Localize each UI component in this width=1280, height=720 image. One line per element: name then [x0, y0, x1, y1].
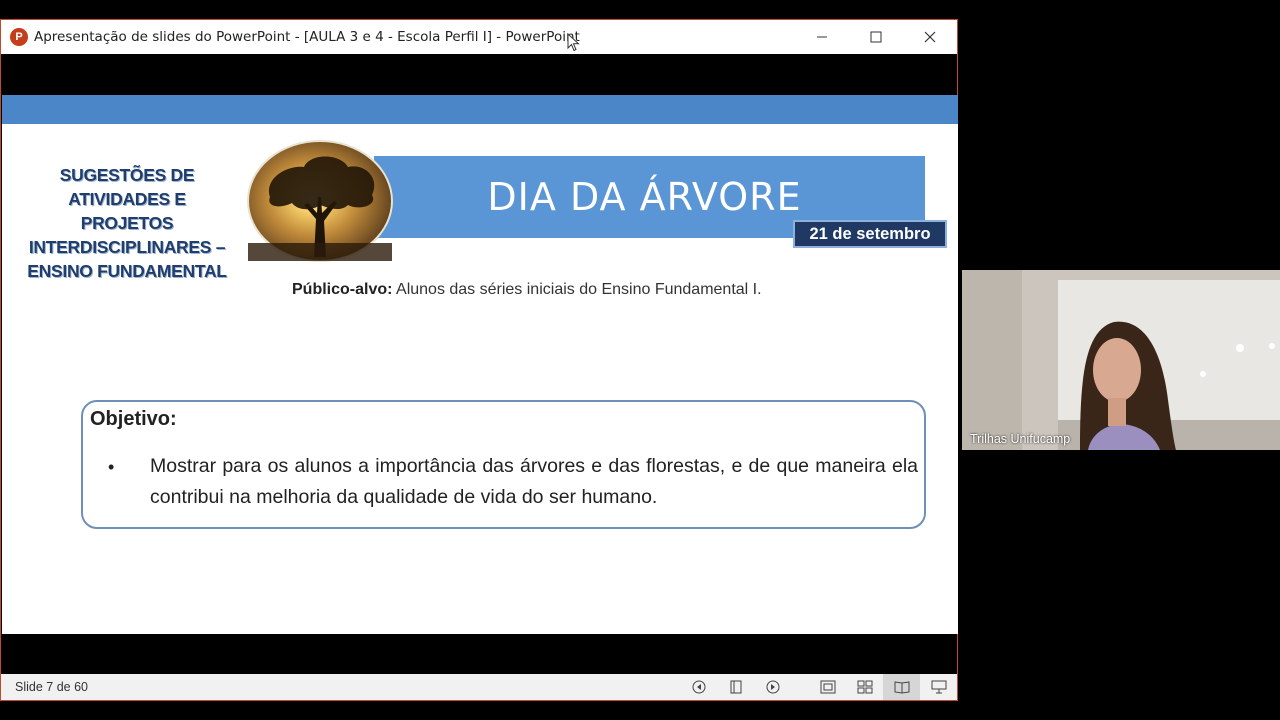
status-spacer [791, 674, 809, 700]
window-title: Apresentação de slides do PowerPoint - [… [34, 29, 580, 45]
participant-video-feed [962, 270, 1280, 450]
tree-sunset-image [247, 140, 393, 262]
target-audience-label: Público-alvo: [292, 281, 393, 298]
previous-icon [692, 680, 705, 694]
next-slide-button[interactable] [754, 674, 791, 700]
minimize-button[interactable] [795, 20, 849, 54]
close-icon [924, 31, 936, 43]
objective-bullet: • [108, 457, 115, 477]
slide-canvas[interactable]: SUGESTÕES DE ATIVIDADES E PROJETOS INTER… [2, 95, 958, 634]
maximize-icon [870, 31, 882, 43]
slide-show-icon [931, 680, 946, 694]
mouse-cursor-icon [567, 33, 580, 52]
status-bar: Slide 7 de 60 [1, 674, 957, 700]
slide-header-band [2, 95, 958, 124]
reading-view-icon [894, 681, 909, 694]
title-bar[interactable]: P Apresentação de slides do PowerPoint -… [1, 20, 957, 54]
slide-side-title: SUGESTÕES DE ATIVIDADES E PROJETOS INTER… [27, 165, 227, 281]
maximize-button[interactable] [849, 20, 903, 54]
close-button[interactable] [903, 20, 957, 54]
target-audience-text: Alunos das séries iniciais do Ensino Fun… [392, 281, 762, 298]
powerpoint-icon: P [10, 28, 28, 46]
minimize-icon [817, 36, 827, 38]
participant-name: Trilhas Unifucamp [970, 432, 1071, 446]
previous-slide-button[interactable] [680, 674, 717, 700]
objective-box: Objetivo: • Mostrar para os alunos a imp… [81, 400, 926, 529]
normal-view-button[interactable] [809, 674, 846, 700]
normal-view-icon [820, 680, 835, 694]
reading-view-button[interactable] [883, 674, 920, 700]
target-audience: Público-alvo: Alunos das séries iniciais… [292, 281, 762, 299]
slide-counter: Slide 7 de 60 [15, 680, 88, 694]
slide-show-button[interactable] [920, 674, 957, 700]
participant-video-tile[interactable]: Trilhas Unifucamp [962, 270, 1280, 450]
date-badge: 21 de setembro [793, 220, 947, 248]
slide-sorter-icon [857, 680, 872, 694]
next-icon [766, 680, 779, 694]
banner-title: DIA DA ÁRVORE [487, 175, 802, 219]
slide-menu-icon [730, 680, 741, 694]
slide-menu-button[interactable] [717, 674, 754, 700]
objective-text: Mostrar para os alunos a importância das… [150, 455, 918, 508]
slide-sorter-button[interactable] [846, 674, 883, 700]
powerpoint-window: P Apresentação de slides do PowerPoint -… [0, 19, 958, 701]
objective-title: Objetivo: [90, 408, 177, 430]
